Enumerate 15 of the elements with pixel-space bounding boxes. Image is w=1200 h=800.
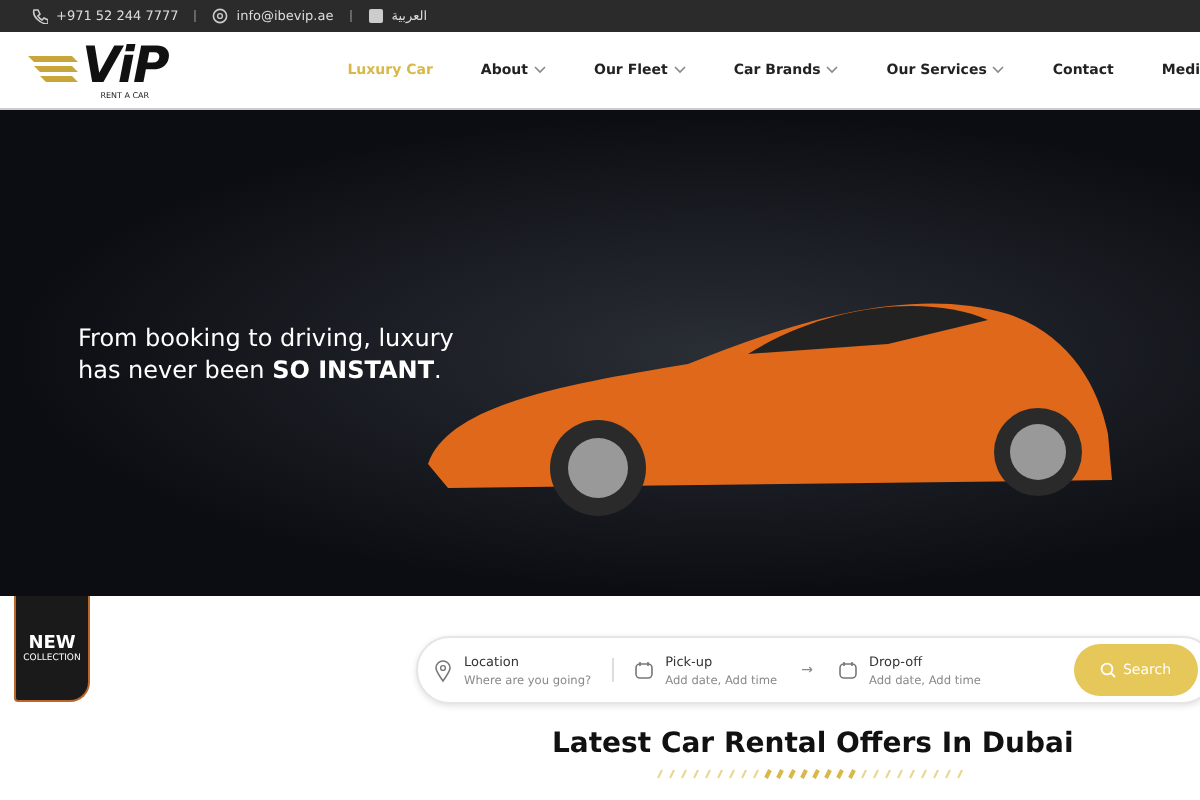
logo-text: ViP <box>82 40 168 90</box>
calendar-icon <box>837 660 857 680</box>
calendar-icon <box>633 660 654 680</box>
stripes-icon <box>28 54 80 86</box>
chevron-down-icon <box>673 66 686 74</box>
search-icon <box>1100 662 1117 678</box>
ribbon-title: NEW <box>28 633 76 653</box>
chevron-down-icon <box>534 66 546 74</box>
phone-icon <box>32 8 48 24</box>
chevron-down-icon <box>992 66 1005 74</box>
location-pin-icon <box>434 659 452 681</box>
hero-headline: From booking to driving, luxury has never been SO INSTANT. <box>78 321 456 385</box>
email-icon <box>212 8 229 24</box>
chevron-down-icon <box>826 66 839 74</box>
section-title: Latest Car Rental Offers In Dubai <box>552 728 1074 760</box>
